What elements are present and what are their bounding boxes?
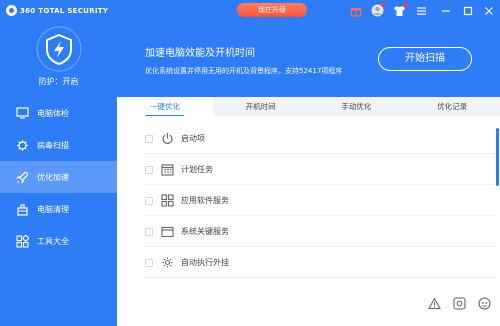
avatar-icon[interactable]: [371, 3, 385, 17]
robot-icon[interactable]: [478, 297, 491, 310]
logo-text: 360 TOTAL SECURITY: [20, 6, 109, 15]
list-item-scheduled-tasks[interactable]: 计划任务: [117, 154, 497, 185]
sidebar-item-checkup[interactable]: 电脑体检: [0, 97, 117, 129]
list-item-system-services[interactable]: 系统关键服务: [117, 216, 497, 247]
warning-icon[interactable]: [428, 297, 441, 310]
sidebar-item-optimize[interactable]: 优化加速: [0, 161, 117, 193]
gear-refresh-icon: [161, 256, 174, 269]
notification-dot: [381, 3, 385, 7]
sidebar-item-label: 工具大全: [37, 236, 69, 246]
logo-badge-icon: [6, 5, 17, 16]
virus-scan-icon: [16, 139, 29, 152]
list-item-startup[interactable]: 启动项: [117, 123, 497, 154]
app-logo: 360 TOTAL SECURITY: [6, 5, 108, 16]
app-grid-icon: [161, 194, 174, 207]
notification-dot: [403, 3, 407, 7]
scrollbar[interactable]: [496, 128, 499, 186]
list-item-app-services[interactable]: 应用软件服务: [117, 185, 497, 216]
list-item-label: 系统关键服务: [181, 227, 229, 236]
tools-grid-icon: [16, 234, 29, 248]
checkbox[interactable]: [145, 258, 153, 267]
banner-subtitle: 优化系统设置并停用无用的开机及背景程序。支持52417项程序: [145, 67, 343, 75]
list-item-label: 启动项: [181, 134, 205, 143]
list-item-auto-run-plugins[interactable]: 自动执行外挂: [117, 247, 497, 278]
power-icon: [161, 132, 174, 145]
broom-icon: [16, 203, 29, 216]
menu-icon[interactable]: [415, 4, 428, 17]
checkbox[interactable]: [145, 227, 153, 236]
window-icon: [161, 225, 174, 238]
camera-icon[interactable]: [453, 297, 466, 310]
banner-title: 加速电脑效能及开机时间: [145, 48, 255, 59]
maximize-icon[interactable]: [461, 4, 474, 17]
calendar-icon: [161, 163, 174, 176]
shirt-icon[interactable]: [393, 3, 407, 17]
checkbox[interactable]: [145, 134, 153, 143]
rocket-icon: [16, 171, 29, 184]
checkbox[interactable]: [145, 196, 153, 205]
sidebar-item-cleanup[interactable]: 电脑清理: [0, 193, 117, 225]
tab-optimize-history[interactable]: 优化记录: [404, 97, 500, 116]
sidebar-item-label: 电脑体检: [37, 108, 69, 118]
sidebar-item-label: 优化加速: [37, 172, 69, 182]
sidebar-item-tools[interactable]: 工具大全: [0, 225, 117, 257]
sidebar-item-virus-scan[interactable]: 病毒扫描: [0, 129, 117, 161]
monitor-icon: [16, 107, 29, 120]
bottom-toolbar: [428, 297, 491, 310]
start-scan-button[interactable]: 开始扫描: [378, 47, 472, 71]
sidebar: 360 TOTAL SECURITY 防护：开启 电脑体检 病毒扫描 优化加速: [0, 0, 117, 326]
protection-shield-icon[interactable]: [36, 26, 82, 72]
header-banner: 加速电脑效能及开机时间 优化系统设置并停用无用的开机及背景程序。支持52417项…: [117, 22, 500, 97]
list-item-label: 应用软件服务: [181, 196, 229, 205]
gift-icon[interactable]: [349, 4, 362, 17]
tab-one-click-optimize[interactable]: 一键优化: [117, 97, 213, 116]
sidebar-item-label: 电脑清理: [37, 204, 69, 214]
minimize-icon[interactable]: [439, 4, 452, 17]
sidebar-item-label: 病毒扫描: [37, 140, 69, 150]
list-item-label: 计划任务: [181, 165, 213, 174]
protection-status: 防护：开启: [38, 77, 79, 86]
list-item-label: 自动执行外挂: [181, 258, 229, 267]
tab-bar: 一键优化 开机时间 手动优化 优化记录: [117, 97, 500, 116]
checkbox[interactable]: [145, 165, 153, 174]
close-icon[interactable]: [482, 4, 495, 17]
upgrade-button[interactable]: 现在升级: [237, 3, 307, 17]
tab-boot-time[interactable]: 开机时间: [213, 97, 309, 116]
optimize-list: 启动项 计划任务 应用软件服务 系统关键服务 自动执行外挂: [117, 123, 497, 278]
title-bar: 现在升级: [117, 0, 500, 22]
tab-manual-optimize[interactable]: 手动优化: [309, 97, 405, 116]
sidebar-nav: 电脑体检 病毒扫描 优化加速 电脑清理 工具大全: [0, 97, 117, 257]
